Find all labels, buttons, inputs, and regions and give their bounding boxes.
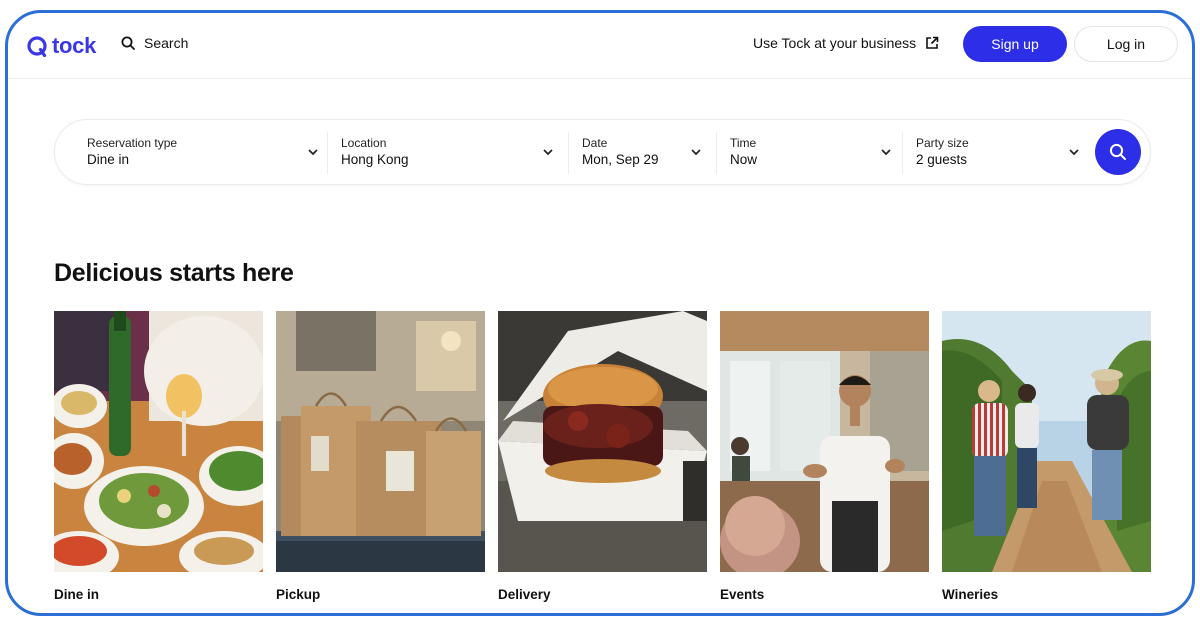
- chevron-down-icon: [1069, 149, 1079, 156]
- category-card-dine-in[interactable]: Dine in: [54, 311, 263, 602]
- signup-button[interactable]: Sign up: [963, 26, 1067, 62]
- logo-text: tock: [52, 33, 97, 58]
- section-heading: Delicious starts here: [54, 259, 294, 287]
- reservation-type-value: Dine in: [87, 152, 130, 167]
- category-label: Pickup: [276, 587, 321, 602]
- events-photo: [720, 311, 929, 572]
- date-value: Mon, Sep 29: [582, 152, 659, 167]
- location-label: Location: [341, 136, 387, 150]
- category-card-wineries[interactable]: Wineries: [942, 311, 1151, 602]
- top-nav: tock Search Use Tock at your business Si…: [8, 13, 1192, 79]
- chevron-down-icon: [881, 149, 891, 156]
- time-value: Now: [730, 152, 758, 167]
- delivery-photo: [498, 311, 707, 572]
- business-link[interactable]: Use Tock at your business: [753, 35, 939, 51]
- location-value: Hong Kong: [341, 152, 409, 167]
- search-icon: [1109, 143, 1126, 160]
- category-label: Delivery: [498, 587, 551, 602]
- category-label: Wineries: [942, 587, 999, 602]
- category-card-delivery[interactable]: Delivery: [498, 311, 707, 602]
- search-icon: [121, 36, 135, 50]
- party-size-field[interactable]: Party size 2 guests: [903, 120, 1088, 184]
- time-label: Time: [730, 136, 757, 150]
- time-field[interactable]: Time Now: [717, 120, 902, 184]
- chevron-down-icon: [308, 149, 318, 156]
- search-link-label: Search: [144, 35, 189, 51]
- dine-in-photo: [54, 311, 263, 572]
- tock-logo[interactable]: tock: [26, 33, 96, 59]
- business-link-label: Use Tock at your business: [753, 35, 917, 51]
- party-size-value: 2 guests: [916, 152, 968, 167]
- reservation-search-bar: Reservation type Dine in Location Hong K…: [54, 119, 1151, 185]
- date-label: Date: [582, 136, 608, 150]
- reservation-type-label: Reservation type: [87, 136, 178, 150]
- date-field[interactable]: Date Mon, Sep 29: [569, 120, 716, 184]
- tock-logo-icon: [27, 36, 47, 57]
- category-card-pickup[interactable]: Pickup: [276, 311, 485, 602]
- login-button[interactable]: Log in: [1074, 26, 1178, 62]
- location-field[interactable]: Location Hong Kong: [328, 120, 568, 184]
- search-link[interactable]: Search: [121, 35, 188, 51]
- pickup-photo: [276, 311, 485, 572]
- screenshot-frame: tock Search Use Tock at your business Si…: [5, 10, 1195, 616]
- wineries-photo: [942, 311, 1151, 572]
- reservation-type-field[interactable]: Reservation type Dine in: [55, 120, 327, 184]
- chevron-down-icon: [543, 149, 553, 156]
- party-size-label: Party size: [916, 136, 969, 150]
- category-label: Dine in: [54, 587, 100, 602]
- search-submit-button[interactable]: [1095, 129, 1141, 175]
- external-link-icon: [926, 36, 939, 49]
- category-label: Events: [720, 587, 765, 602]
- category-card-events[interactable]: Events: [720, 311, 929, 602]
- chevron-down-icon: [691, 149, 701, 156]
